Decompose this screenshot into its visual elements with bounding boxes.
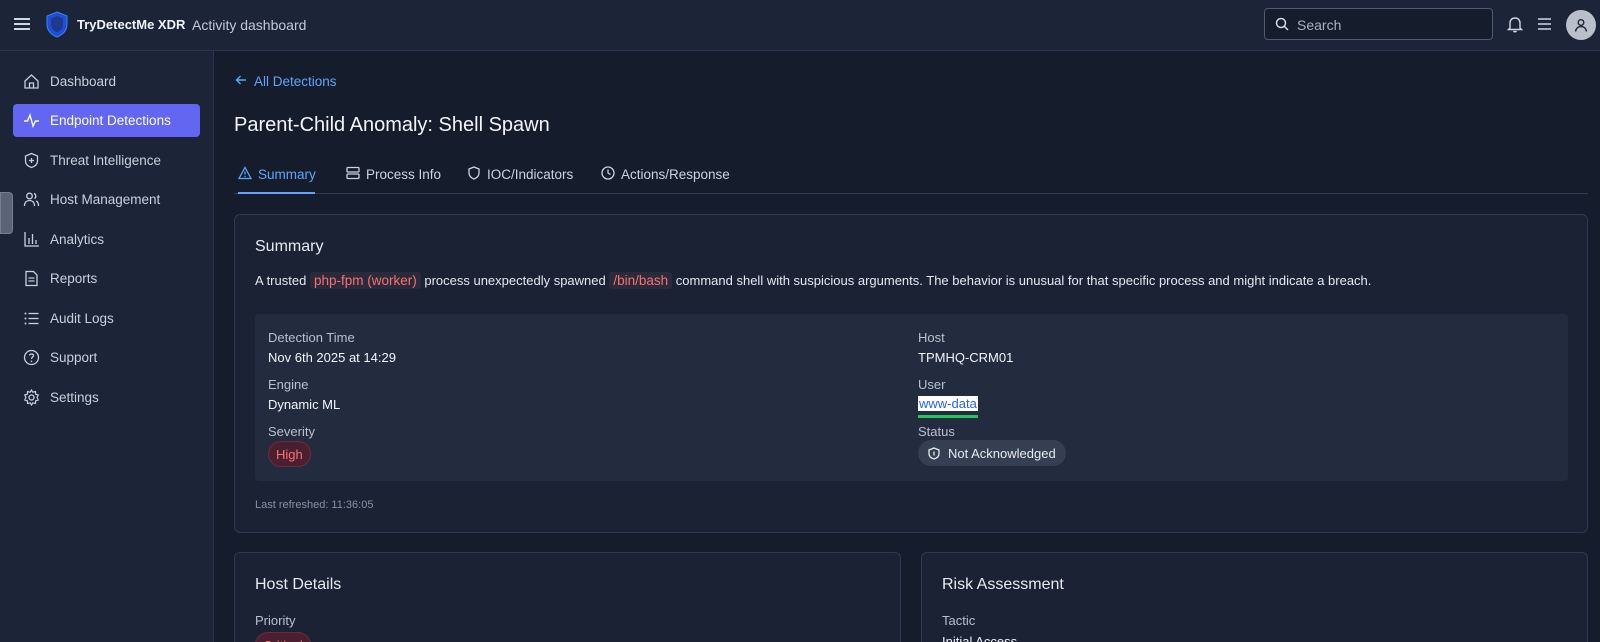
sidebar-item-dashboard[interactable]: Dashboard [13, 65, 200, 98]
more-menu-icon[interactable] [1537, 17, 1552, 31]
severity-label: Severity [268, 424, 315, 439]
home-icon [24, 74, 39, 89]
risk-assessment-heading: Risk Assessment [942, 576, 1064, 593]
search-box[interactable] [1264, 8, 1493, 40]
brand-name: TryDetectMe XDR [77, 17, 186, 32]
sidebar-item-host-management[interactable]: Host Management [13, 183, 200, 216]
sidebar-item-label: Threat Intelligence [50, 153, 162, 168]
tab-bar: Summary Process Info IOC/Indicators Acti… [234, 158, 1588, 194]
priority-badge: Critical [255, 632, 311, 642]
status-badge[interactable]: Not Acknowledged [918, 440, 1066, 466]
risk-assessment-card: Risk Assessment Tactic Initial Access [921, 552, 1588, 642]
sidebar-item-label: Audit Logs [50, 311, 114, 326]
summary-card: Summary A trusted php-fpm (worker) proce… [234, 214, 1588, 533]
tab-summary[interactable]: Summary [238, 158, 316, 194]
bar-chart-icon [24, 232, 39, 247]
tab-label: IOC/Indicators [487, 167, 574, 182]
tab-ioc-indicators[interactable]: IOC/Indicators [467, 158, 573, 194]
engine-value: Dynamic ML [268, 397, 341, 412]
sidebar-item-label: Analytics [50, 232, 105, 247]
summary-text-part: process unexpectedly spawned [424, 273, 606, 288]
engine-label: Engine [268, 377, 309, 392]
help-circle-icon [23, 349, 40, 366]
user-icon [1574, 19, 1588, 32]
tactic-label: Tactic [942, 613, 976, 628]
sidebar-drag-handle[interactable] [0, 192, 13, 234]
tab-actions-response[interactable]: Actions/Response [601, 158, 730, 194]
gear-icon [23, 389, 40, 406]
sidebar-item-threat-intelligence[interactable]: Threat Intelligence [13, 144, 200, 177]
tactic-value: Initial Access [942, 634, 1018, 642]
sidebar-item-settings[interactable]: Settings [13, 381, 200, 414]
last-refreshed-text: Last refreshed: 11:36:05 [255, 499, 374, 511]
sidebar-item-label: Dashboard [50, 74, 117, 89]
process-name-code: php-fpm (worker) [309, 272, 421, 289]
detection-time-label: Detection Time [268, 330, 355, 345]
activity-icon [24, 112, 39, 128]
severity-badge: High [268, 441, 311, 467]
list-icon [24, 312, 39, 325]
file-text-icon [25, 270, 38, 287]
shell-path-code: /bin/bash [609, 272, 673, 289]
search-icon [1275, 17, 1289, 31]
sidebar-item-audit-logs[interactable]: Audit Logs [13, 302, 200, 335]
tab-label: Actions/Response [621, 167, 730, 182]
shield-icon [468, 166, 480, 180]
sidebar-item-reports[interactable]: Reports [13, 262, 200, 295]
top-bar: TryDetectMe XDR Activity dashboard [0, 0, 1600, 51]
avatar[interactable] [1566, 10, 1596, 40]
user-link[interactable]: www-data [918, 396, 978, 411]
sidebar-item-label: Settings [50, 390, 99, 405]
detection-details-panel: Detection Time Nov 6th 2025 at 14:29 Eng… [255, 314, 1568, 481]
tab-label: Process Info [366, 167, 442, 182]
sidebar: Dashboard Endpoint Detections Threat Int… [0, 51, 214, 642]
detection-time-value: Nov 6th 2025 at 14:29 [268, 350, 396, 365]
shield-icon [928, 446, 940, 460]
host-details-heading: Host Details [255, 576, 342, 593]
server-icon [346, 166, 360, 180]
user-highlight-underline [918, 415, 978, 418]
summary-heading: Summary [255, 238, 324, 255]
sidebar-item-label: Reports [50, 271, 98, 286]
menu-icon[interactable] [14, 16, 30, 32]
bell-icon[interactable] [1507, 16, 1523, 33]
sidebar-item-label: Support [50, 350, 98, 365]
sidebar-item-label: Endpoint Detections [50, 113, 171, 128]
summary-text-part: A trusted [255, 273, 307, 288]
host-value: TPMHQ-CRM01 [918, 350, 1014, 365]
sidebar-item-analytics[interactable]: Analytics [13, 223, 200, 256]
summary-text-part: command shell with suspicious arguments.… [675, 273, 1372, 288]
alert-triangle-icon [238, 166, 252, 180]
sidebar-item-endpoint-detections[interactable]: Endpoint Detections [13, 104, 200, 137]
users-icon [23, 192, 40, 207]
host-label: Host [918, 330, 945, 345]
status-text: Not Acknowledged [948, 445, 1056, 461]
user-label: User [918, 377, 946, 392]
sidebar-item-label: Host Management [50, 192, 161, 207]
priority-label: Priority [255, 613, 296, 628]
back-link-label: All Detections [254, 74, 337, 89]
arrow-left-icon [235, 75, 246, 85]
page-subtitle: Activity dashboard [192, 17, 307, 33]
tab-label: Summary [258, 167, 316, 182]
clock-icon [601, 166, 615, 180]
shield-plus-icon [24, 152, 39, 169]
status-label: Status [918, 424, 955, 439]
tab-process-info[interactable]: Process Info [346, 158, 441, 194]
page-title: Parent-Child Anomaly: Shell Spawn [234, 114, 550, 136]
summary-description: A trusted php-fpm (worker) process unexp… [255, 272, 1372, 289]
logo-shield-icon [46, 11, 68, 38]
search-input[interactable] [1297, 14, 1487, 36]
sidebar-item-support[interactable]: Support [13, 341, 200, 374]
host-details-card: Host Details Priority Critical [234, 552, 901, 642]
